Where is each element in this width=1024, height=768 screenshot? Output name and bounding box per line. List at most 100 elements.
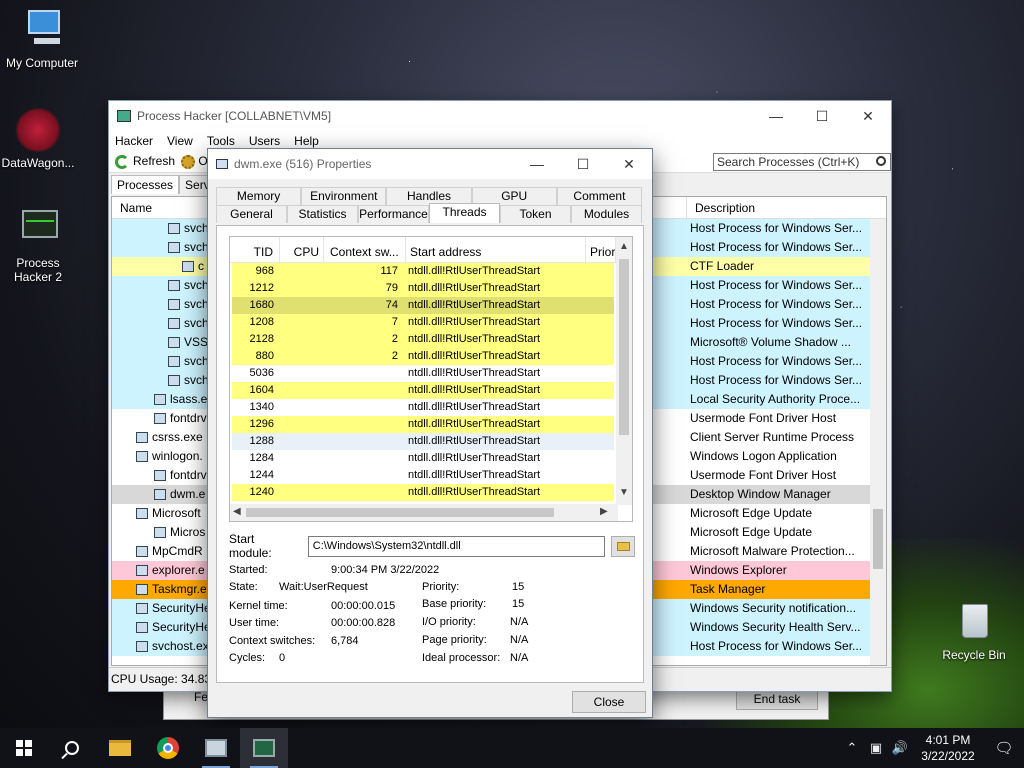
process-name-text: svchost.ex — [152, 639, 209, 653]
process-icon — [154, 470, 166, 482]
close-dialog-button[interactable]: Close — [572, 691, 646, 713]
scroll-right-icon[interactable]: ▶ — [600, 506, 608, 517]
chevron-up-icon[interactable]: ⌃ — [840, 740, 864, 756]
thread-row[interactable]: 1208 7 ntdll.dll!RtlUserThreadStart — [232, 314, 614, 331]
thread-list-vscroll[interactable]: ▲ ▼ — [616, 237, 632, 505]
thread-row[interactable]: 1240 ntdll.dll!RtlUserThreadStart — [232, 484, 614, 501]
maximize-button[interactable]: ☐ — [799, 101, 845, 131]
desktop-icon-recycle-bin[interactable]: Recycle Bin — [932, 600, 1016, 662]
column-context-switches[interactable]: Context sw... — [324, 237, 406, 262]
menu-users[interactable]: Users — [249, 134, 280, 148]
taskbar-search-button[interactable] — [48, 728, 96, 768]
tab-performance[interactable]: Performance — [358, 205, 429, 223]
scroll-left-icon[interactable]: ◀ — [233, 506, 241, 517]
close-button[interactable]: ✕ — [845, 101, 891, 131]
minimize-button[interactable]: — — [753, 101, 799, 131]
column-cpu[interactable]: CPU — [280, 237, 324, 262]
thread-context-switches: 117 — [380, 265, 398, 277]
options-button[interactable]: O — [181, 154, 208, 169]
clock[interactable]: 4:01 PM 3/22/2022 — [912, 732, 984, 764]
dialog-maximize-button[interactable]: ☐ — [560, 149, 606, 179]
thread-row[interactable]: 1212 79 ntdll.dll!RtlUserThreadStart — [232, 280, 614, 297]
taskbar-task-manager[interactable] — [192, 728, 240, 768]
menu-tools[interactable]: Tools — [207, 134, 235, 148]
process-icon — [136, 546, 148, 558]
base-priority-label: Base priority: — [422, 598, 487, 610]
process-icon — [136, 508, 148, 520]
thread-row[interactable]: 1244 ntdll.dll!RtlUserThreadStart — [232, 467, 614, 484]
tab-general[interactable]: General — [216, 205, 287, 223]
thread-context-switches — [324, 382, 404, 399]
thread-tid: 880 — [255, 350, 274, 362]
column-priority[interactable]: Prior — [586, 237, 616, 262]
page-priority-label: Page priority: — [422, 634, 487, 646]
thread-list[interactable]: TID CPU Context sw... Start address Prio… — [229, 236, 633, 522]
thread-row[interactable]: 1340 ntdll.dll!RtlUserThreadStart — [232, 399, 614, 416]
process-icon — [136, 584, 148, 596]
tab-threads[interactable]: Threads — [429, 203, 500, 223]
process-icon — [168, 223, 180, 235]
tab-processes[interactable]: Processes — [111, 175, 180, 194]
tab-environment[interactable]: Environment — [301, 187, 387, 205]
thread-context-switches — [324, 399, 404, 416]
thread-row[interactable]: 1284 ntdll.dll!RtlUserThreadStart — [232, 450, 614, 467]
process-name-text: fontdrv — [170, 468, 207, 482]
menu-view[interactable]: View — [167, 134, 193, 148]
thread-context-switches — [324, 416, 404, 433]
tab-comment[interactable]: Comment — [556, 187, 643, 205]
search-input[interactable]: Search Processes (Ctrl+K) — [713, 153, 891, 171]
tab-token[interactable]: Token — [500, 205, 571, 223]
search-icon — [876, 156, 886, 166]
process-icon — [136, 432, 148, 444]
volume-icon[interactable]: 🔊 — [888, 740, 912, 756]
column-start-address[interactable]: Start address — [406, 237, 586, 262]
process-icon — [168, 356, 180, 368]
network-icon[interactable]: ▣ — [864, 740, 888, 756]
process-name-text: Taskmgr.e — [152, 582, 207, 596]
thread-row[interactable]: 1288 ntdll.dll!RtlUserThreadStart — [232, 433, 614, 450]
thread-cpu — [280, 450, 324, 467]
context-switches-label: Context switches: — [229, 635, 316, 647]
scroll-up-icon[interactable]: ▲ — [619, 241, 629, 252]
taskbar-file-explorer[interactable] — [96, 728, 144, 768]
tab-modules[interactable]: Modules — [571, 205, 642, 223]
thread-cpu — [280, 263, 324, 280]
thread-row[interactable]: 5036 ntdll.dll!RtlUserThreadStart — [232, 365, 614, 382]
thread-row[interactable]: 1296 ntdll.dll!RtlUserThreadStart — [232, 416, 614, 433]
priority-label: Priority: — [422, 581, 460, 593]
taskbar-process-hacker[interactable] — [240, 728, 288, 768]
fewer-details-link[interactable]: Fe — [194, 690, 208, 704]
notification-icon[interactable]: 🗨 — [984, 739, 1024, 757]
process-name-text: SecurityHe — [152, 601, 211, 615]
window-titlebar[interactable]: Process Hacker [COLLABNET\VM5] — ☐ ✕ — [109, 101, 891, 131]
thread-row[interactable]: 2128 2 ntdll.dll!RtlUserThreadStart — [232, 331, 614, 348]
start-module-field[interactable] — [307, 535, 606, 557]
start-button[interactable] — [0, 728, 48, 768]
state-value: Wait:UserRequest — [279, 581, 368, 593]
column-tid[interactable]: TID — [230, 237, 280, 262]
desktop-icon-datawagon[interactable]: DataWagon... — [0, 108, 80, 170]
dialog-close-button[interactable]: ✕ — [606, 149, 652, 179]
refresh-button[interactable]: Refresh — [115, 154, 175, 169]
tab-statistics[interactable]: Statistics — [287, 205, 358, 223]
process-icon — [154, 489, 166, 501]
thread-row[interactable]: 1680 74 ntdll.dll!RtlUserThreadStart — [232, 297, 614, 314]
dialog-titlebar[interactable]: dwm.exe (516) Properties — ☐ ✕ — [208, 149, 652, 179]
menu-hacker[interactable]: Hacker — [115, 134, 153, 148]
open-folder-button[interactable] — [611, 535, 636, 557]
process-name-text: fontdrv — [170, 411, 207, 425]
column-description[interactable]: Description — [686, 197, 886, 218]
tab-memory[interactable]: Memory — [216, 187, 302, 205]
thread-row[interactable]: 968 117 ntdll.dll!RtlUserThreadStart — [232, 263, 614, 280]
thread-row[interactable]: 880 2 ntdll.dll!RtlUserThreadStart — [232, 348, 614, 365]
taskbar-chrome[interactable] — [144, 728, 192, 768]
menu-help[interactable]: Help — [294, 134, 319, 148]
thread-list-hscroll[interactable]: ◀ ▶ — [230, 504, 618, 521]
desktop-icon-my-computer[interactable]: My Computer — [0, 8, 84, 70]
desktop-icon-process-hacker[interactable]: Process Hacker 2 — [0, 208, 80, 284]
dialog-minimize-button[interactable]: — — [514, 149, 560, 179]
threads-panel: TID CPU Context sw... Start address Prio… — [216, 225, 644, 683]
scroll-down-icon[interactable]: ▼ — [619, 487, 629, 498]
thread-row[interactable]: 1604 ntdll.dll!RtlUserThreadStart — [232, 382, 614, 399]
process-list-scrollbar[interactable] — [870, 219, 886, 665]
